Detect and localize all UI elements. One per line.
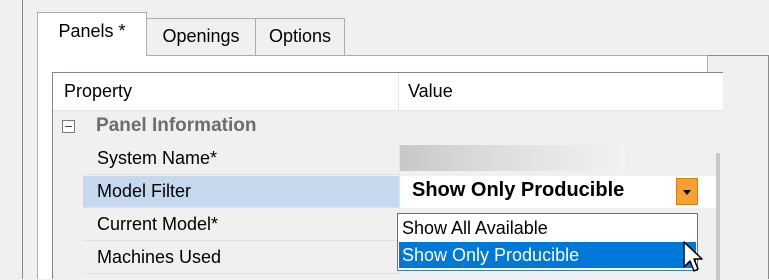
column-header-property[interactable]: Property <box>53 73 399 110</box>
property-row-system-name[interactable]: System Name* <box>83 143 723 175</box>
dropdown-arrow-button[interactable] <box>676 178 698 205</box>
property-label: System Name* <box>83 143 399 175</box>
vertical-scrollbar[interactable] <box>716 153 720 280</box>
redacted-value <box>400 145 625 171</box>
model-filter-combobox[interactable]: Show Only Producible <box>399 176 719 208</box>
window-frame-right <box>708 55 768 56</box>
window-frame-left <box>22 0 23 279</box>
chevron-down-icon <box>683 190 691 195</box>
property-label: Model Filter <box>83 176 399 208</box>
property-value-system-name[interactable] <box>399 143 719 175</box>
grid-header: Property Value <box>53 73 723 111</box>
combobox-selected-value: Show Only Producible <box>412 179 625 201</box>
column-header-value[interactable]: Value <box>399 73 719 110</box>
section-label: Panel Information <box>96 115 257 136</box>
tab-openings[interactable]: Openings <box>146 18 256 55</box>
property-label: Machines Used <box>83 242 399 274</box>
mouse-cursor-icon <box>683 241 703 272</box>
tab-options[interactable]: Options <box>255 18 345 55</box>
tab-panels[interactable]: Panels * <box>37 12 147 56</box>
model-filter-dropdown-list: Show All Available Show Only Producible <box>397 213 698 271</box>
section-panel-information[interactable]: Panel Information <box>53 111 723 143</box>
collapse-icon[interactable] <box>62 120 75 133</box>
dropdown-option-show-all-available[interactable]: Show All Available <box>399 215 696 241</box>
property-label: Current Model* <box>83 209 399 241</box>
dropdown-option-show-only-producible[interactable]: Show Only Producible <box>399 242 696 268</box>
property-row-model-filter[interactable]: Model Filter Show Only Producible <box>83 176 723 208</box>
